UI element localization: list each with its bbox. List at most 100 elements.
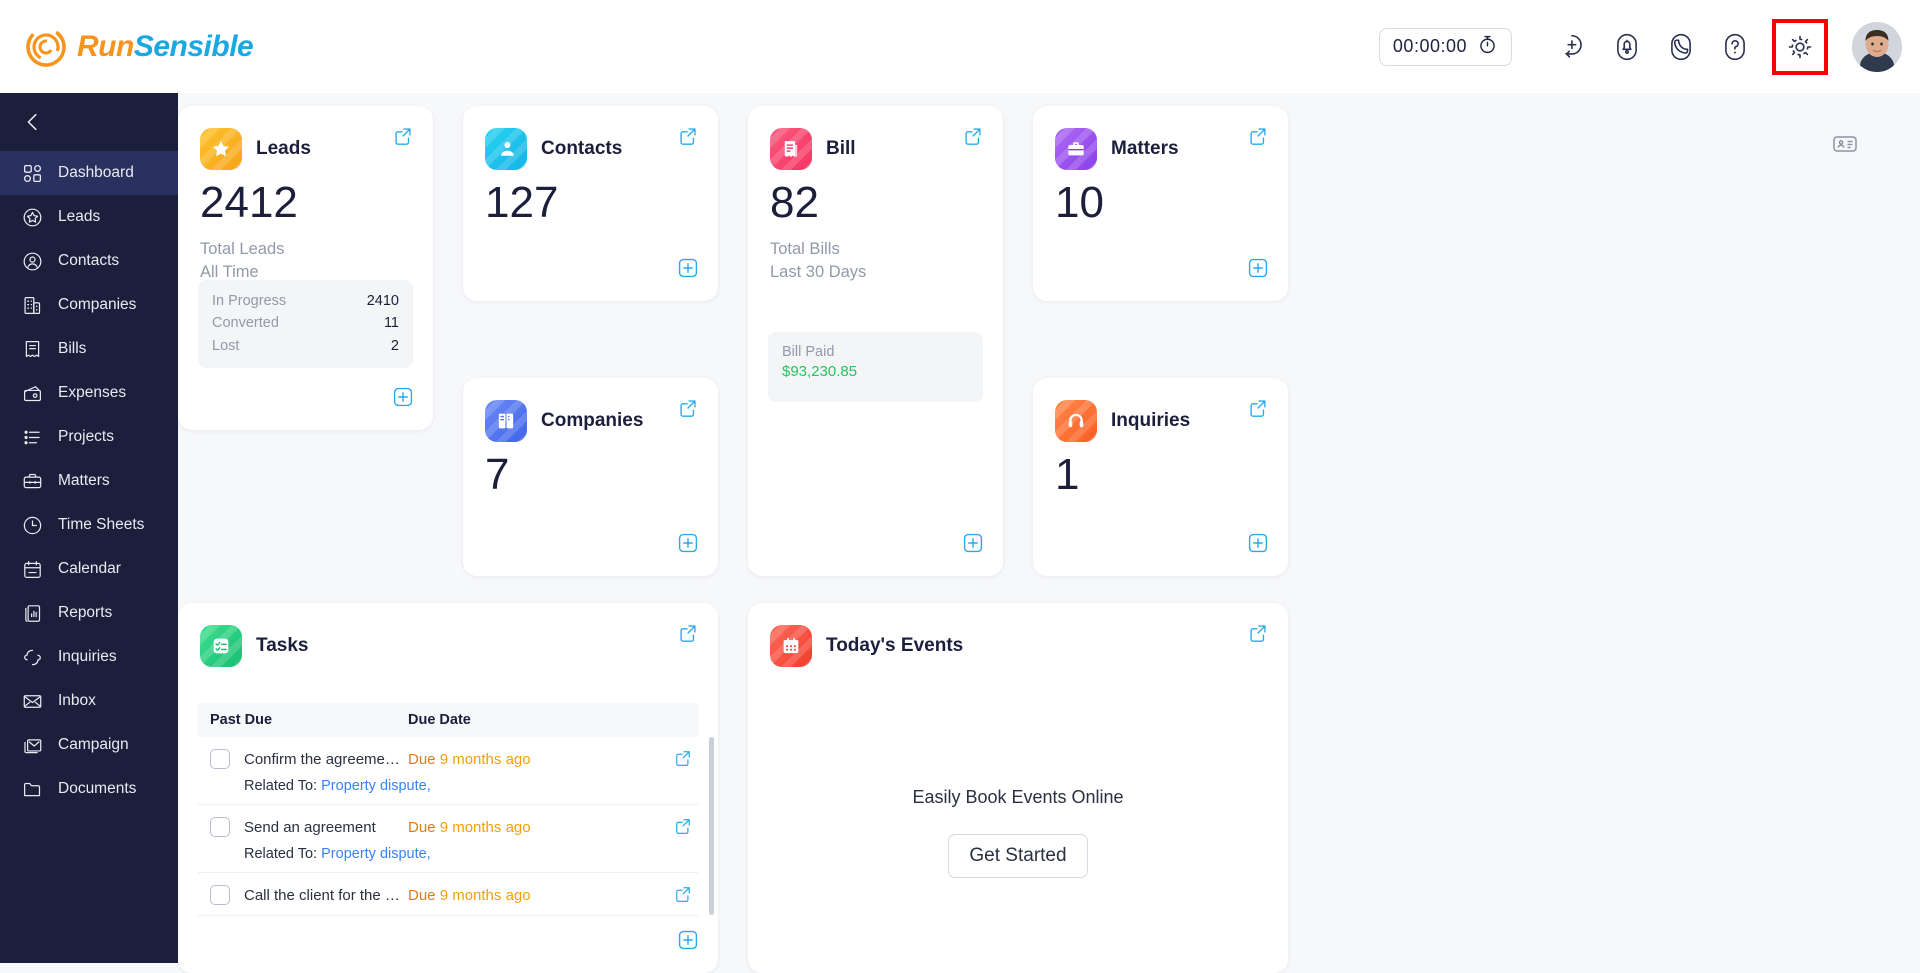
sidebar-item-label: Campaign <box>58 736 129 753</box>
sidebar-item-expenses[interactable]: Expenses <box>0 371 178 415</box>
sidebar-collapse-button[interactable] <box>0 93 178 151</box>
sidebar-item-label: Projects <box>58 428 114 445</box>
companies-card[interactable]: Companies 7 <box>463 378 718 576</box>
sidebar-item-time-sheets[interactable]: Time Sheets <box>0 503 178 547</box>
task-related-value[interactable]: Property dispute, <box>321 778 431 794</box>
tasks-scrollbar[interactable] <box>709 737 714 915</box>
task-due: Due 9 months ago <box>408 887 531 904</box>
campaign-icon <box>20 733 44 757</box>
bell-icon[interactable] <box>1600 20 1654 74</box>
contacts-card[interactable]: Contacts 127 <box>463 106 718 301</box>
leads-value: 2412 <box>200 178 298 227</box>
task-open-icon[interactable] <box>674 817 692 840</box>
bill-subtitle-line1: Total Bills <box>770 240 840 259</box>
tasks-open-icon[interactable] <box>678 623 698 648</box>
table-row[interactable]: Confirm the agreeme… Due 9 months ago Re… <box>198 737 698 805</box>
matters-open-icon[interactable] <box>1248 126 1268 151</box>
companies-card-title: Companies <box>541 410 644 431</box>
sidebar-item-reports[interactable]: Reports <box>0 591 178 635</box>
calendar-icon <box>20 557 44 581</box>
sidebar-item-leads[interactable]: Leads <box>0 195 178 239</box>
sidebar-item-campaign[interactable]: Campaign <box>0 723 178 767</box>
matters-add-button[interactable] <box>1248 258 1268 283</box>
bill-card[interactable]: Bill 82 Total Bills Last 30 Days Bill Pa… <box>748 106 1003 576</box>
companies-add-button[interactable] <box>678 533 698 558</box>
sidebar-item-calendar[interactable]: Calendar <box>0 547 178 591</box>
contacts-open-icon[interactable] <box>678 126 698 151</box>
leads-card[interactable]: Leads 2412 Total Leads All Time In Progr… <box>178 106 433 430</box>
task-open-icon[interactable] <box>674 749 692 772</box>
events-empty-state: Easily Book Events Online Get Started <box>748 787 1288 878</box>
inquiries-card[interactable]: Inquiries 1 <box>1033 378 1288 576</box>
bill-paid-value: $93,230.85 <box>782 363 858 380</box>
leads-stat-row: In Progress 2410 <box>212 290 399 312</box>
leads-subtitle: Total Leads All Time <box>178 238 433 284</box>
sidebar-item-label: Contacts <box>58 252 120 269</box>
sidebar-item-dashboard[interactable]: Dashboard <box>0 151 178 195</box>
add-circle-icon[interactable] <box>1546 20 1600 74</box>
phone-icon[interactable] <box>1654 20 1708 74</box>
sidebar-item-inquiries[interactable]: Inquiries <box>0 635 178 679</box>
avatar[interactable] <box>1852 21 1902 72</box>
task-related-value[interactable]: Property dispute, <box>321 846 431 862</box>
sidebar-item-documents[interactable]: Documents <box>0 767 178 811</box>
sidebar-item-label: Time Sheets <box>58 516 145 533</box>
stat-value: 11 <box>383 315 399 332</box>
leads-card-title: Leads <box>256 138 311 159</box>
tasks-app-icon <box>200 625 242 667</box>
star-app-icon <box>200 128 242 170</box>
timer-widget[interactable]: 00:00:00 <box>1378 27 1512 66</box>
companies-value: 7 <box>485 450 510 499</box>
task-checkbox[interactable] <box>210 885 230 905</box>
table-row[interactable]: Send an agreement Due 9 months ago Relat… <box>198 805 698 873</box>
stopwatch-icon[interactable] <box>1477 34 1498 60</box>
sidebar-item-contacts[interactable]: Contacts <box>0 239 178 283</box>
bill-open-icon[interactable] <box>963 126 983 151</box>
task-due-relative: 9 months ago <box>439 750 531 768</box>
header-actions: 00:00:00 <box>1378 18 1920 75</box>
companies-open-icon[interactable] <box>678 398 698 423</box>
contacts-add-button[interactable] <box>678 258 698 283</box>
bill-app-icon <box>770 128 812 170</box>
events-open-icon[interactable] <box>1248 623 1268 648</box>
task-open-icon[interactable] <box>674 885 692 908</box>
inquiries-add-button[interactable] <box>1248 533 1268 558</box>
bill-subtitle-line2: Last 30 Days <box>770 262 867 281</box>
sidebar-item-label: Inquiries <box>58 648 117 665</box>
matters-card[interactable]: Matters 10 <box>1033 106 1288 301</box>
folder-icon <box>20 777 44 801</box>
task-checkbox[interactable] <box>210 749 230 769</box>
bill-add-button[interactable] <box>963 533 983 558</box>
sidebar-item-label: Matters <box>58 472 110 489</box>
inquiries-open-icon[interactable] <box>1248 398 1268 423</box>
task-title: Confirm the agreeme… <box>244 750 400 768</box>
matters-app-icon <box>1055 128 1097 170</box>
todays-events-card[interactable]: Today's Events Easily Book Events Online… <box>748 603 1288 973</box>
logo-text-run: Run <box>77 29 134 63</box>
sidebar-item-bills[interactable]: Bills <box>0 327 178 371</box>
inquiries-app-icon <box>1055 400 1097 442</box>
sidebar-item-inbox[interactable]: Inbox <box>0 679 178 723</box>
dashboard-main: Leads 2412 Total Leads All Time In Progr… <box>178 93 1920 973</box>
tasks-add-button[interactable] <box>678 930 698 955</box>
tasks-col-due: Due Date <box>408 712 471 728</box>
sidebar-item-companies[interactable]: Companies <box>0 283 178 327</box>
sidebar-item-matters[interactable]: Matters <box>0 459 178 503</box>
widget-settings-icon[interactable] <box>1832 131 1858 162</box>
task-due-word: Due <box>408 886 436 904</box>
logo-text-sensible: Sensible <box>133 29 254 63</box>
leads-add-button[interactable] <box>393 387 413 412</box>
clock-icon <box>20 513 44 537</box>
logo[interactable]: RunSensible <box>26 26 254 67</box>
help-icon[interactable] <box>1708 20 1762 74</box>
task-due-relative: 9 months ago <box>439 818 531 836</box>
sidebar-item-projects[interactable]: Projects <box>0 415 178 459</box>
gear-icon[interactable] <box>1772 18 1828 75</box>
headset-icon <box>20 645 44 669</box>
stat-key: Converted <box>212 315 279 332</box>
tasks-card[interactable]: Tasks Past Due Due Date Confirm the agre… <box>178 603 718 973</box>
leads-open-icon[interactable] <box>393 126 413 151</box>
table-row[interactable]: Call the client for the … Due 9 months a… <box>198 873 698 916</box>
task-checkbox[interactable] <box>210 817 230 837</box>
get-started-button[interactable]: Get Started <box>948 834 1088 878</box>
